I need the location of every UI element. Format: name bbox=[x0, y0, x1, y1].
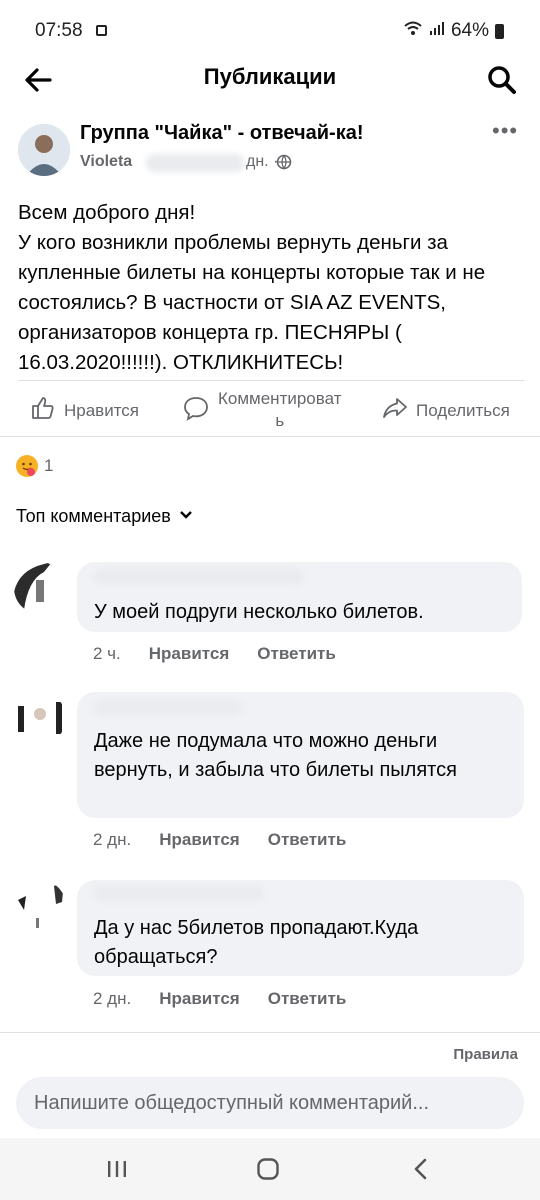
comment-button[interactable]: Комментироват ь bbox=[182, 388, 341, 432]
search-icon[interactable] bbox=[486, 64, 518, 96]
home-icon[interactable] bbox=[256, 1157, 280, 1186]
like-label: Нравится bbox=[64, 400, 140, 420]
comment-time: 2 дн. bbox=[93, 830, 132, 849]
page-title: Публикации bbox=[203, 64, 337, 89]
redacted-name bbox=[94, 700, 242, 715]
share-button[interactable]: Поделиться bbox=[382, 395, 510, 426]
comment-icon bbox=[182, 394, 218, 427]
more-icon[interactable]: ••• bbox=[492, 118, 518, 144]
share-label: Поделиться bbox=[416, 400, 510, 420]
chevron-down-icon bbox=[179, 506, 193, 527]
comment-sort[interactable]: Топ комментариев bbox=[16, 506, 193, 527]
redacted-name bbox=[94, 569, 304, 584]
group-name[interactable]: Группа "Чайка" - отвечай-ка! bbox=[80, 122, 364, 145]
reaction-count: 1 bbox=[44, 456, 54, 475]
signal-icon bbox=[429, 20, 445, 42]
comment-reply-button[interactable]: Ответить bbox=[257, 644, 336, 664]
post-author[interactable]: Violeta bbox=[80, 153, 132, 171]
thumbs-up-icon bbox=[30, 395, 64, 426]
sort-label: Топ комментариев bbox=[16, 506, 171, 526]
post-body: Всем доброго дня! У кого возникли пробле… bbox=[18, 201, 486, 374]
comment-text: Да у нас 5билетов пропадают.Куда обращат… bbox=[94, 917, 419, 968]
battery-text: 64% bbox=[450, 20, 489, 41]
comment-meta: 2 дн. Нравится Ответить bbox=[93, 989, 346, 1009]
comment-time: 2 ч. bbox=[93, 644, 121, 663]
rules-link[interactable]: Правила bbox=[453, 1046, 518, 1063]
comment-reply-button[interactable]: Ответить bbox=[268, 989, 347, 1009]
comment-label-wrap: ь bbox=[275, 411, 285, 430]
comment-reply-button[interactable]: Ответить bbox=[268, 830, 347, 850]
comment-like-button[interactable]: Нравится bbox=[149, 644, 230, 664]
comment-meta: 2 ч. Нравится Ответить bbox=[93, 644, 336, 664]
post-timestamp: дн. · bbox=[246, 153, 279, 170]
share-icon bbox=[382, 395, 416, 426]
comment-meta: 2 дн. Нравится Ответить bbox=[93, 830, 346, 850]
recents-icon[interactable] bbox=[106, 1158, 128, 1185]
like-button[interactable]: Нравится bbox=[30, 395, 139, 426]
notification-icon bbox=[96, 25, 107, 36]
comment-like-button[interactable]: Нравится bbox=[159, 830, 240, 850]
battery-icon bbox=[495, 23, 504, 39]
wifi-icon bbox=[403, 20, 423, 42]
status-time: 07:58 bbox=[35, 20, 83, 41]
comment-text: У моей подруги несколько билетов. bbox=[94, 601, 424, 623]
redacted-name bbox=[146, 154, 244, 172]
divider bbox=[18, 380, 524, 381]
comment-label: Комментироват bbox=[218, 389, 342, 408]
comment-time: 2 дн. bbox=[93, 989, 132, 1008]
avatar[interactable] bbox=[14, 562, 66, 614]
divider bbox=[0, 1032, 540, 1033]
avatar[interactable] bbox=[14, 692, 66, 744]
comment-text: Даже не подумала что можно деньги вернут… bbox=[94, 730, 457, 781]
status-icons: 64% bbox=[403, 20, 504, 42]
comment-input-placeholder: Напишите общедоступный комментарий... bbox=[34, 1092, 430, 1114]
globe-icon bbox=[276, 154, 292, 175]
avatar[interactable] bbox=[14, 880, 66, 932]
back-nav-icon[interactable] bbox=[410, 1157, 432, 1186]
care-reaction-icon bbox=[16, 455, 38, 477]
redacted-name bbox=[94, 886, 264, 901]
divider bbox=[0, 436, 540, 437]
reaction-summary[interactable]: 1 bbox=[16, 455, 53, 477]
comment-like-button[interactable]: Нравится bbox=[159, 989, 240, 1009]
group-avatar[interactable] bbox=[18, 124, 70, 176]
